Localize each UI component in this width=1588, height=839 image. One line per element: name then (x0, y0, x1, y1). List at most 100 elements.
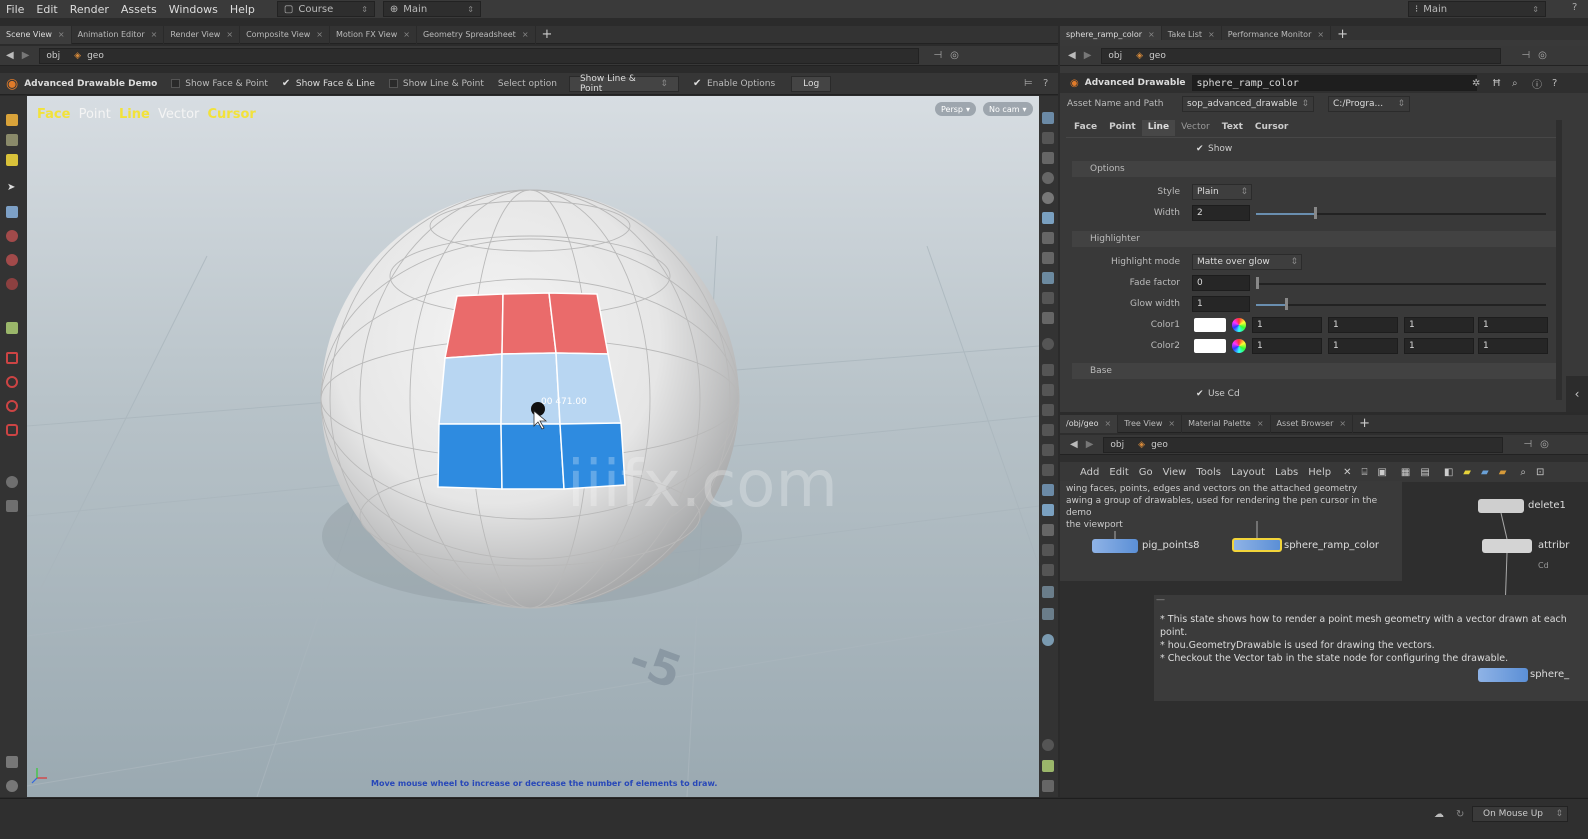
color2-g[interactable]: 1 (1328, 338, 1398, 354)
node-delete1[interactable] (1478, 499, 1524, 513)
menu-tools[interactable]: Tools (1196, 467, 1221, 478)
tree-icon[interactable]: ⌸ (1361, 467, 1367, 478)
forward-arrow-icon[interactable]: ▶ (22, 50, 30, 61)
close-icon[interactable]: × (226, 30, 233, 39)
tab-render-view[interactable]: Render View × (164, 25, 241, 44)
dot-icon[interactable] (1042, 338, 1054, 350)
asset-path-dropdown[interactable]: C:/Progra... ⇕ (1328, 96, 1410, 112)
slider-handle[interactable] (1285, 298, 1288, 310)
options-section[interactable]: Options (1072, 161, 1556, 177)
back-arrow-icon[interactable]: ◀ (1068, 50, 1076, 61)
tab-point[interactable]: Point (1103, 120, 1142, 136)
tab-cursor[interactable]: Cursor (1249, 120, 1294, 136)
layers-icon[interactable] (1042, 524, 1054, 536)
info-icon[interactable] (1042, 739, 1054, 751)
tab-animation-editor[interactable]: Animation Editor × (72, 25, 165, 44)
magnet-edge-icon[interactable] (6, 376, 18, 388)
handle-tool-icon[interactable] (6, 154, 18, 166)
highlighter-section[interactable]: Highlighter (1072, 231, 1556, 247)
quad-view-icon[interactable] (1042, 760, 1054, 772)
close-icon[interactable]: × (151, 30, 158, 39)
color1-r[interactable]: 1 (1252, 317, 1322, 333)
point-display-icon[interactable] (1042, 172, 1054, 184)
close-icon[interactable]: × (1208, 30, 1215, 39)
fade-factor-slider[interactable] (1256, 283, 1546, 285)
show-toggle[interactable]: ✔ Show (1060, 140, 1550, 158)
flip-icon[interactable] (1042, 404, 1054, 416)
guide-icon[interactable] (1042, 424, 1054, 436)
help-icon[interactable]: ? (1552, 78, 1557, 89)
link-icon[interactable]: ◎ (950, 50, 959, 61)
node-sphere[interactable] (1478, 668, 1528, 682)
close-icon[interactable]: × (1168, 419, 1175, 428)
tab-scene-view[interactable]: Scene View × (0, 25, 72, 44)
gear-icon[interactable]: ✲ (1472, 78, 1480, 89)
window-icon[interactable]: ⊡ (1536, 467, 1544, 478)
menu-render[interactable]: Render (64, 3, 115, 16)
style-dropdown[interactable]: Plain ⇕ (1192, 184, 1252, 200)
persp-menu[interactable]: Persp ▾ (935, 102, 977, 116)
color2-b[interactable]: 1 (1404, 338, 1474, 354)
forward-arrow-icon[interactable]: ▶ (1084, 50, 1092, 61)
close-icon[interactable]: × (1104, 419, 1111, 428)
sticky-note[interactable]: — * This state shows how to render a poi… (1154, 595, 1588, 701)
render-region-icon[interactable] (1042, 586, 1054, 598)
grid-icon[interactable]: ▦ (1401, 467, 1410, 478)
menu-labs[interactable]: Labs (1275, 467, 1298, 478)
state-tool-icon[interactable] (6, 322, 18, 334)
enable-options-toggle[interactable]: ✔ Enable Options (693, 79, 775, 89)
scale-icon[interactable] (1042, 564, 1054, 576)
menu-edit[interactable]: Edit (30, 3, 63, 16)
collapse-panel-icon[interactable]: ‹ (1566, 376, 1588, 412)
forward-arrow-icon[interactable]: ▶ (1086, 439, 1094, 450)
back-arrow-icon[interactable]: ◀ (6, 50, 14, 61)
search-icon[interactable]: ⌕ (1520, 467, 1526, 478)
snapshot-icon[interactable] (1042, 608, 1054, 620)
node-pig-points8[interactable] (1092, 539, 1138, 553)
fade-factor-field[interactable]: 0 (1192, 275, 1250, 291)
color-wheel-icon[interactable] (1232, 339, 1246, 353)
camera-view-icon[interactable] (1042, 272, 1054, 284)
param-scrollbar[interactable] (1556, 120, 1562, 400)
color1-b[interactable]: 1 (1404, 317, 1474, 333)
show-line-point-toggle[interactable]: Show Line & Point (388, 79, 484, 89)
lock-icon[interactable] (1042, 152, 1054, 164)
view-options-icon[interactable] (6, 780, 18, 792)
network-box-icon[interactable]: ◧ (1444, 467, 1453, 478)
help-book-icon[interactable]: Ħ (1492, 78, 1501, 89)
pin-icon[interactable]: ⊣ (1523, 439, 1532, 450)
menu-layout[interactable]: Layout (1231, 467, 1265, 478)
color1-swatch[interactable] (1194, 318, 1226, 332)
tab-asset-browser[interactable]: Asset Browser × (1271, 414, 1354, 433)
color2-swatch[interactable] (1194, 339, 1226, 353)
menu-file[interactable]: File (0, 3, 30, 16)
node-name-field[interactable]: sphere_ramp_color (1191, 75, 1477, 91)
sticky-note-icon[interactable]: ▰ (1463, 467, 1471, 478)
pin-icon[interactable]: ⊣ (1521, 50, 1530, 61)
camera-menu[interactable]: No cam ▾ (983, 102, 1033, 116)
palette-icon[interactable]: ▰ (1481, 467, 1489, 478)
path-field[interactable]: obj ◈ geo (39, 47, 920, 64)
show-face-line-toggle[interactable]: ✔ Show Face & Line (282, 79, 375, 89)
refresh-icon[interactable]: ↻ (1456, 809, 1464, 820)
maximize-icon[interactable] (1042, 780, 1054, 792)
close-icon[interactable]: × (1148, 30, 1155, 39)
shading-icon[interactable] (1042, 212, 1054, 224)
pin-icon[interactable] (1042, 232, 1054, 244)
scene-viewport[interactable]: -5 00 471.00 iiifx.com Face Point Line V… (27, 96, 1039, 797)
glow-width-field[interactable]: 1 (1192, 296, 1250, 312)
ghost-icon[interactable] (1042, 504, 1054, 516)
menu-assets[interactable]: Assets (115, 3, 163, 16)
color2-a[interactable]: 1 (1478, 338, 1548, 354)
cloud-icon[interactable]: ☁ (1434, 809, 1444, 820)
pen-icon[interactable] (1042, 384, 1054, 396)
lights-icon[interactable] (1042, 252, 1054, 264)
log-button[interactable]: Log (791, 75, 832, 92)
show-face-point-toggle[interactable]: Show Face & Point (171, 79, 268, 89)
magnet-icon[interactable] (6, 352, 18, 364)
back-arrow-icon[interactable]: ◀ (1070, 439, 1078, 450)
paint-icon[interactable] (6, 756, 18, 768)
menu-go[interactable]: Go (1139, 467, 1153, 478)
camera-icon[interactable] (6, 500, 18, 512)
network-box[interactable]: wing faces, points, edges and vectors on… (1060, 481, 1402, 581)
